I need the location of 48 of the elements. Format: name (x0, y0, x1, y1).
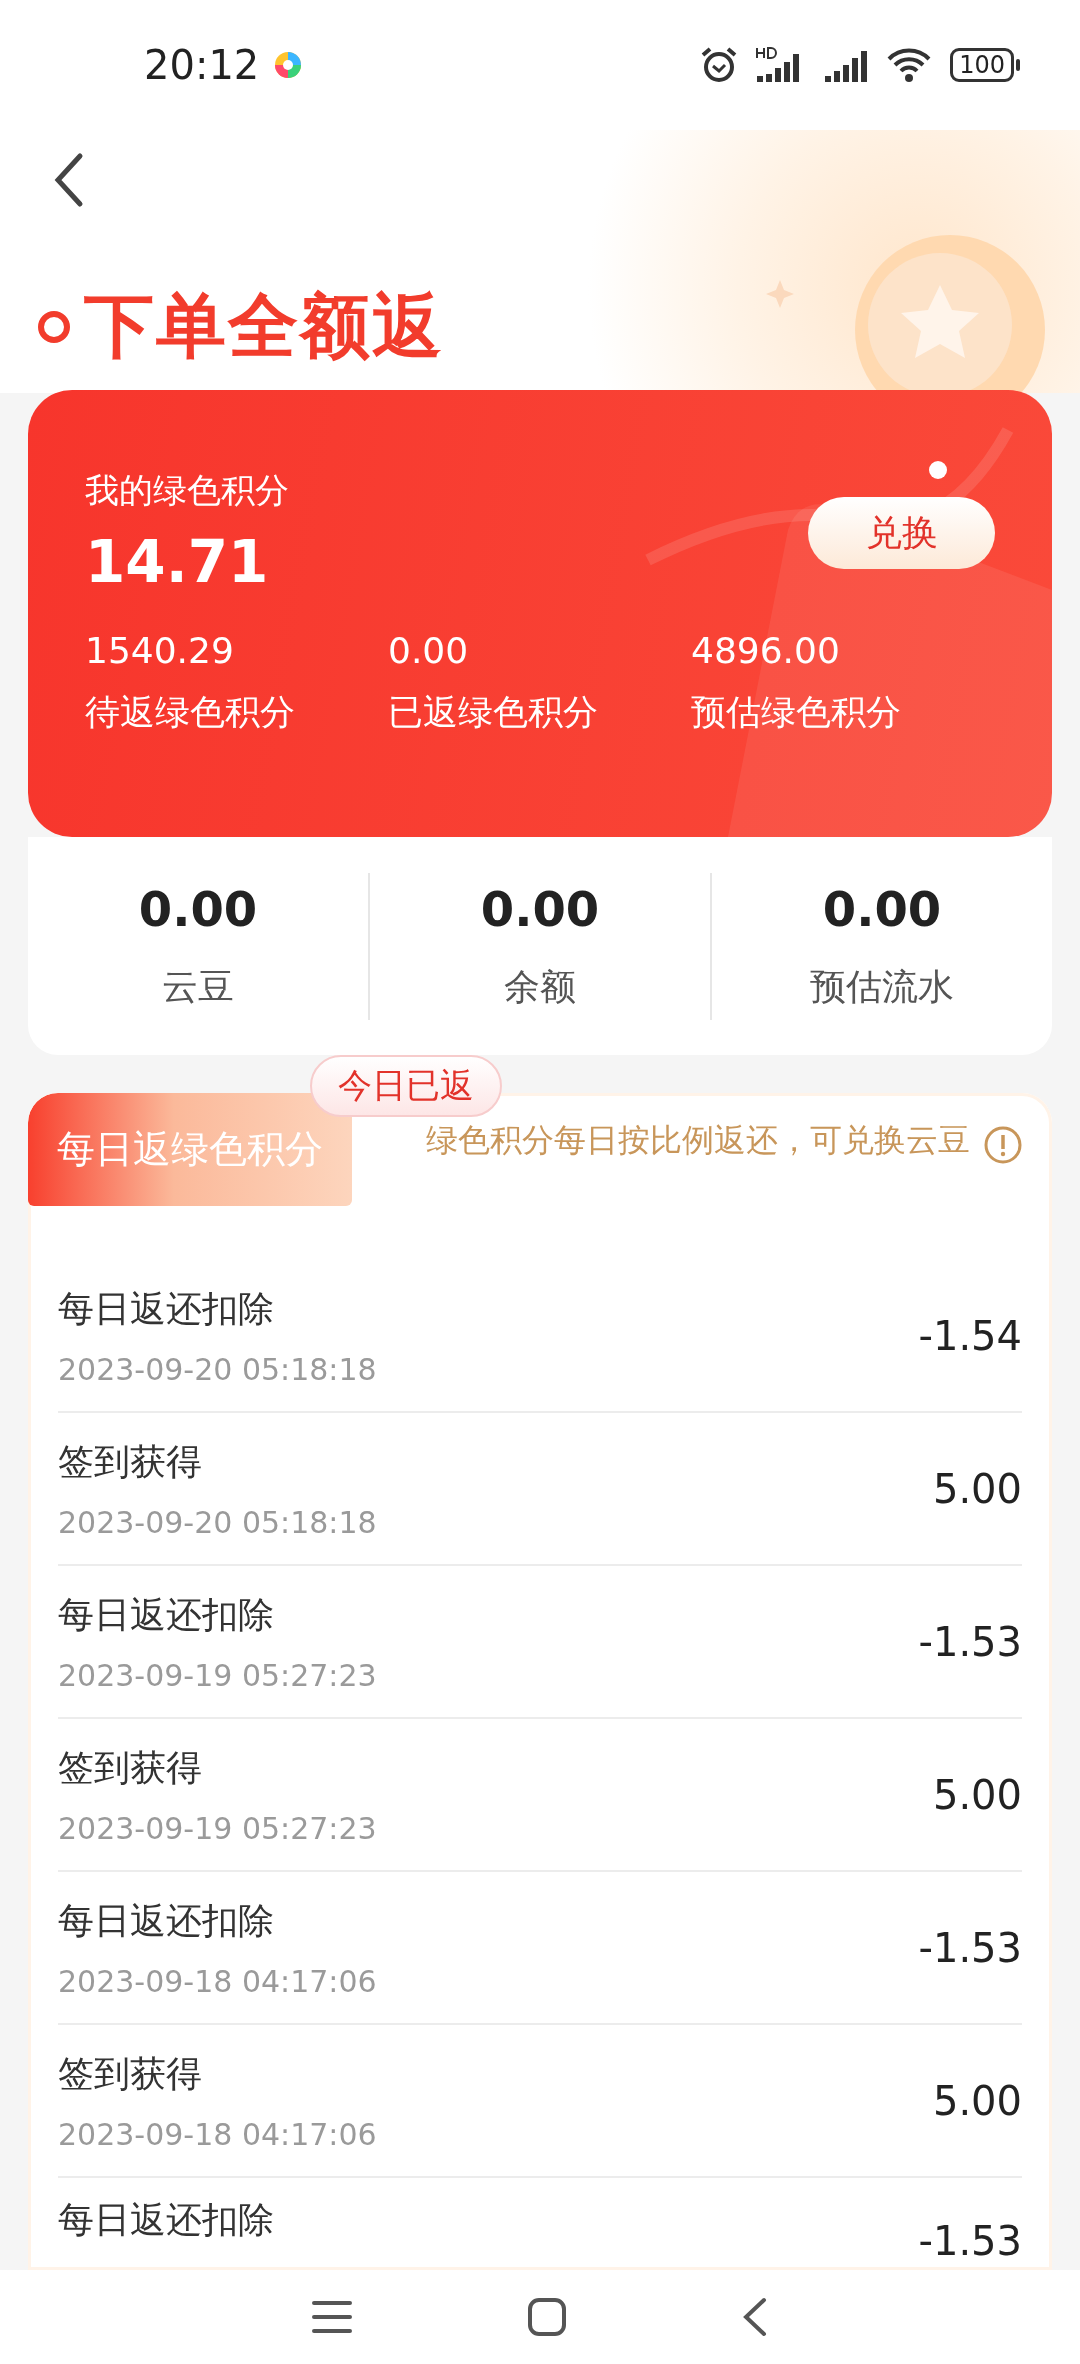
alarm-icon (700, 46, 739, 84)
record-title: 签到获得 (58, 2051, 203, 2096)
record-title: 每日返还扣除 (58, 2198, 275, 2242)
stat-label: 待返绿色积分 (85, 691, 296, 734)
record-amount: -1.53 (918, 1618, 1022, 1665)
record-date: 2023-09-19 05:27:23 (58, 1810, 378, 1846)
summary-label: 余额 (503, 964, 577, 1009)
status-time: 20:12 (144, 42, 260, 88)
record-amount: 5.00 (932, 2077, 1022, 2124)
summary-label: 云豆 (161, 964, 235, 1009)
record-date: 2023-09-19 05:27:23 (58, 1657, 378, 1693)
record-date: 2023-09-20 05:18:18 (58, 1504, 378, 1540)
status-badge: 今日已返 (310, 1055, 502, 1117)
sparkle-icon (766, 280, 794, 308)
record-title: 签到获得 (58, 1745, 203, 1790)
summary-label: 预估流水 (809, 964, 955, 1009)
menu-button[interactable] (312, 2299, 352, 2335)
stat-label: 预估绿色积分 (691, 691, 902, 734)
home-button[interactable] (527, 2297, 567, 2337)
record-title: 每日返还扣除 (58, 1898, 275, 1943)
record-date: 2023-09-18 04:17:06 (58, 1963, 378, 1999)
points-label: 我的绿色积分 (85, 469, 290, 512)
stat-label: 已返绿色积分 (388, 691, 599, 734)
stat-value: 1540.29 (85, 630, 235, 671)
stat-value: 4896.00 (691, 630, 841, 671)
points-value: 14.71 (85, 528, 269, 596)
wifi-icon (886, 47, 933, 83)
record-amount: 5.00 (932, 1771, 1022, 1818)
info-icon[interactable] (984, 1126, 1022, 1164)
record-date: 2023-09-20 05:18:18 (58, 1351, 378, 1387)
page-title: 下单全额返 (84, 284, 444, 369)
bullet-icon (38, 311, 70, 343)
summary-value: 0.00 (137, 880, 259, 937)
stat-value: 0.00 (388, 630, 470, 671)
exchange-button[interactable]: 兑换 (808, 497, 995, 569)
record-amount: -1.53 (918, 1924, 1022, 1971)
record-amount: -1.54 (918, 1312, 1022, 1359)
record-title: 每日返还扣除 (58, 1286, 275, 1331)
record-title: 每日返还扣除 (58, 1592, 275, 1637)
info-text: 绿色积分每日按比例返还，可兑换云豆 (425, 1120, 970, 1161)
record-title: 签到获得 (58, 1439, 203, 1484)
back-button[interactable] (742, 2297, 768, 2337)
summary-value: 0.00 (479, 880, 601, 937)
summary-value: 0.00 (821, 880, 943, 937)
record-amount: -1.53 (918, 2218, 1022, 2264)
record-amount: 5.00 (932, 1465, 1022, 1512)
app-logo-icon (273, 50, 304, 80)
record-date: 2023-09-18 04:17:06 (58, 2116, 378, 2152)
